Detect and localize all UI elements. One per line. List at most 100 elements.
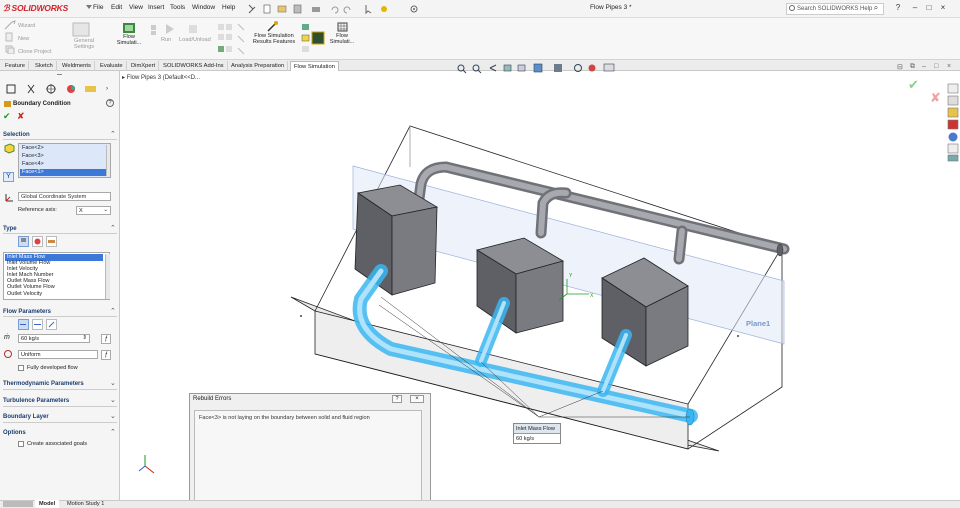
panel-collapse-handle[interactable] xyxy=(57,74,62,75)
menu-file[interactable]: File xyxy=(93,4,103,11)
split-view-icon[interactable]: ⊟ xyxy=(897,63,903,71)
tool-icons-column[interactable] xyxy=(236,22,250,58)
wizard-button[interactable]: Wizard xyxy=(18,23,35,29)
reference-axis-value: X xyxy=(79,208,83,214)
type-list[interactable]: Inlet Mass Flow Inlet Volume Flow Inlet … xyxy=(3,252,110,300)
maximize-button[interactable]: □ xyxy=(924,3,934,13)
callout-title: Inlet Mass Flow xyxy=(514,424,560,434)
chevron-down-icon[interactable]: ⌄ xyxy=(110,396,116,404)
tab-evaluate[interactable]: Evaluate xyxy=(97,61,127,71)
options-header[interactable]: Options xyxy=(3,430,26,436)
load-unload-button[interactable]: Load/Unload xyxy=(179,37,211,43)
tab-flow-simulation[interactable]: Flow Simulation xyxy=(290,61,339,71)
panel-help-icon[interactable]: ? xyxy=(106,99,114,107)
tab-addins[interactable]: SOLIDWORKS Add-Ins xyxy=(160,61,228,71)
toolbar-flyout-icons[interactable] xyxy=(150,24,162,36)
chevron-up-icon[interactable]: ⌃ xyxy=(110,130,116,138)
panel-tabs-more-icon[interactable]: › xyxy=(106,86,108,92)
minimize-button[interactable]: – xyxy=(910,3,920,13)
search-help-input[interactable]: Search SOLIDWORKS Help xyxy=(786,3,884,15)
function-fx-icon[interactable]: ƒ xyxy=(101,334,111,344)
restore-view-icon[interactable]: ⧉ xyxy=(910,63,915,71)
chevron-down-icon[interactable]: ⌄ xyxy=(110,412,116,420)
menu-flyout-icon[interactable] xyxy=(86,5,92,11)
clone-project-button[interactable]: Clone Project xyxy=(18,49,52,55)
divider xyxy=(3,389,117,390)
type-header[interactable]: Type xyxy=(3,226,17,232)
general-settings-button[interactable]: General Settings xyxy=(70,38,98,50)
tab-model[interactable]: Model xyxy=(35,500,60,508)
ok-check-icon[interactable]: ✔ xyxy=(3,112,11,121)
maximize-doc-icon[interactable]: □ xyxy=(934,63,938,70)
close-doc-icon[interactable]: × xyxy=(947,63,951,70)
appearance-tab-icon[interactable] xyxy=(64,84,78,94)
face-item[interactable]: Face<3> xyxy=(20,153,108,160)
flow-sim-tab-icon[interactable] xyxy=(84,84,98,94)
filter-icon[interactable]: Y xyxy=(3,172,14,182)
configuration-tab-icon[interactable] xyxy=(44,84,58,94)
create-goals-checkbox[interactable] xyxy=(18,441,24,447)
menu-window[interactable]: Window xyxy=(192,4,215,11)
thermodynamic-header[interactable]: Thermodynamic Parameters xyxy=(3,381,84,387)
property-manager-tab-icon[interactable] xyxy=(24,84,38,94)
type-item[interactable]: Outlet Volume Flow xyxy=(5,284,103,291)
minimize-doc-icon[interactable]: – xyxy=(922,63,926,70)
tab-analysis-preparation[interactable]: Analysis Preparation xyxy=(228,61,289,71)
dialog-close-button[interactable]: × xyxy=(410,395,424,403)
fully-developed-checkbox[interactable] xyxy=(18,365,24,371)
chevron-up-icon[interactable]: ⌃ xyxy=(110,307,116,315)
type-item[interactable]: Outlet Velocity xyxy=(5,291,103,298)
boundary-layer-header[interactable]: Boundary Layer xyxy=(3,414,49,420)
menu-insert[interactable]: Insert xyxy=(148,4,164,11)
selection-header[interactable]: Selection xyxy=(3,132,30,138)
turbulence-header[interactable]: Turbulence Parameters xyxy=(3,398,69,404)
redo-icon xyxy=(343,6,351,14)
tab-dimxpert[interactable]: DimXpert xyxy=(128,61,160,71)
solidworks-logo[interactable]: ℬ SOLIDWORKS xyxy=(3,3,83,15)
flow-simulation-b-button[interactable]: Flow Simulati... xyxy=(327,33,357,45)
faces-list-scrollbar[interactable] xyxy=(106,145,110,176)
axis-x-label: X xyxy=(590,293,594,299)
run-button[interactable]: Run xyxy=(161,37,171,43)
menu-view[interactable]: View xyxy=(129,4,143,11)
faces-list[interactable]: Face<2> Face<3> Face<4> Face<1> xyxy=(18,143,111,178)
flow-direction-buttons[interactable] xyxy=(18,319,60,330)
result-plot-icons[interactable] xyxy=(300,22,328,58)
dialog-help-icon[interactable]: ? xyxy=(392,395,402,403)
face-item[interactable]: Face<2> xyxy=(20,145,108,152)
spinner-icon[interactable]: ⇕ xyxy=(82,335,87,341)
menu-help[interactable]: Help xyxy=(222,4,235,11)
results-features-button[interactable]: Flow Simulation Results Features xyxy=(252,33,296,45)
mass-flow-input[interactable]: 60 kg/s ⇕ xyxy=(18,334,90,343)
search-go-icon[interactable]: ⌕ xyxy=(871,3,881,13)
inlet-mass-flow-callout[interactable]: Inlet Mass Flow 60 kg/s xyxy=(513,423,561,444)
type-toggle-buttons[interactable] xyxy=(18,236,60,247)
reference-axis-select[interactable]: X ⌄ xyxy=(76,206,111,215)
profile-select[interactable]: Uniform xyxy=(18,350,98,359)
chevron-up-icon[interactable]: ⌃ xyxy=(110,428,116,436)
flow-simulation-grid-icon xyxy=(337,22,348,32)
face-item[interactable]: Face<4> xyxy=(20,161,108,168)
help-icon[interactable]: ? xyxy=(893,3,903,13)
tab-scroll-arrows[interactable] xyxy=(3,501,33,507)
tab-weldments[interactable]: Weldments xyxy=(59,61,95,71)
type-list-scrollbar[interactable] xyxy=(105,254,110,299)
menu-edit[interactable]: Edit xyxy=(111,4,122,11)
new-button[interactable]: New xyxy=(18,36,29,42)
function-fx-icon[interactable]: ƒ xyxy=(101,350,111,360)
cancel-x-icon[interactable]: ✘ xyxy=(17,112,25,121)
face-item-selected[interactable]: Face<1> xyxy=(20,169,108,176)
feature-tree-tab-icon[interactable] xyxy=(4,84,18,94)
coordinate-system-field[interactable]: Global Coordinate System xyxy=(18,192,111,201)
flow-parameters-header[interactable]: Flow Parameters xyxy=(3,309,51,315)
results-small-icons[interactable] xyxy=(216,22,236,56)
flow-simulation-button[interactable]: Flow Simulati... xyxy=(114,34,144,46)
tab-sketch[interactable]: Sketch xyxy=(32,61,57,71)
menu-tools[interactable]: Tools xyxy=(170,4,185,11)
quick-access-toolbar[interactable] xyxy=(246,3,436,15)
chevron-up-icon[interactable]: ⌃ xyxy=(110,224,116,232)
close-button[interactable]: × xyxy=(938,3,948,13)
chevron-down-icon[interactable]: ⌄ xyxy=(110,379,116,387)
tab-feature[interactable]: Feature xyxy=(2,61,29,71)
tab-motion-study[interactable]: Motion Study 1 xyxy=(63,500,108,508)
